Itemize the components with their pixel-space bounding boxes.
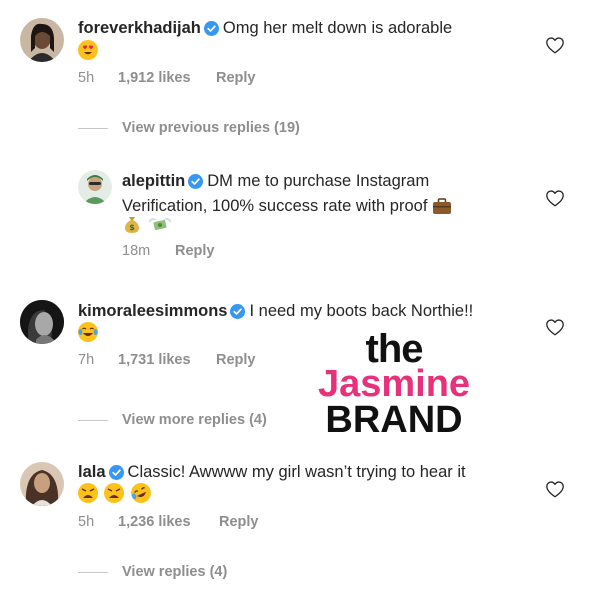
like-heart-icon[interactable] — [545, 189, 565, 207]
like-heart-icon[interactable] — [545, 36, 565, 54]
comment-text-line1: DM me to purchase Instagram — [207, 172, 430, 190]
comment-time: 5h — [78, 70, 95, 86]
view-more-replies-button[interactable]: View more replies (4) — [78, 412, 267, 428]
likes-count[interactable]: 1,236 likes — [118, 514, 219, 530]
comment-text-line2: Verification, 100% success rate with pro… — [122, 197, 428, 215]
comment-text: I need my boots back Northie!! — [249, 302, 474, 320]
username[interactable]: foreverkhadijah — [78, 19, 201, 37]
money-bag-emoji-icon: $ — [122, 214, 142, 234]
briefcase-emoji-icon — [432, 198, 452, 215]
likes-count[interactable]: 1,912 likes — [118, 70, 216, 86]
likes-count[interactable]: 1,731 likes — [118, 352, 216, 368]
weary-emoji-icon — [78, 483, 98, 503]
comment-text: Classic! Awwww my girl wasn’t trying to … — [127, 463, 466, 481]
like-heart-icon[interactable] — [545, 318, 565, 336]
avatar[interactable] — [20, 18, 64, 62]
reply-button[interactable]: Reply — [175, 243, 215, 259]
like-heart-icon[interactable] — [545, 480, 565, 498]
reply-button[interactable]: Reply — [219, 514, 259, 530]
view-replies-button[interactable]: View replies (4) — [78, 564, 227, 580]
verified-badge-icon — [203, 20, 219, 42]
money-with-wings-emoji-icon — [148, 214, 172, 234]
comment-time: 18m — [122, 243, 151, 259]
view-replies-label: View replies (4) — [122, 564, 228, 580]
username[interactable]: kimoraleesimmons — [78, 302, 227, 320]
reply-button[interactable]: Reply — [216, 70, 256, 86]
verified-badge-icon — [230, 303, 246, 325]
username[interactable]: alepittin — [122, 172, 185, 190]
watermark-logo: the Jasmine BRAND — [294, 329, 494, 439]
heart-eyes-emoji-icon — [78, 40, 98, 60]
verified-badge-icon — [188, 173, 204, 195]
username[interactable]: lala — [78, 463, 106, 481]
watermark-line-jasmine: Jasmine — [317, 363, 471, 405]
comment-time: 7h — [78, 352, 95, 368]
comment-text: Omg her melt down is adorable — [222, 19, 453, 37]
avatar[interactable] — [20, 300, 64, 344]
avatar[interactable] — [20, 462, 64, 506]
weary-emoji-icon — [104, 483, 125, 503]
view-previous-replies-button[interactable]: View previous replies (19) — [78, 120, 300, 136]
view-replies-label: View previous replies (19) — [122, 120, 300, 136]
tears-of-joy-emoji-icon — [78, 322, 98, 342]
divider-line — [78, 419, 108, 421]
divider-line — [78, 571, 108, 573]
avatar[interactable] — [78, 170, 112, 204]
rolling-laughing-emoji-icon — [127, 479, 155, 507]
divider-line — [78, 127, 108, 129]
svg-text:$: $ — [129, 223, 135, 232]
watermark-line-brand: BRAND — [325, 399, 463, 441]
comment-time: 5h — [78, 514, 95, 530]
view-replies-label: View more replies (4) — [122, 412, 267, 428]
reply-button[interactable]: Reply — [216, 352, 256, 368]
